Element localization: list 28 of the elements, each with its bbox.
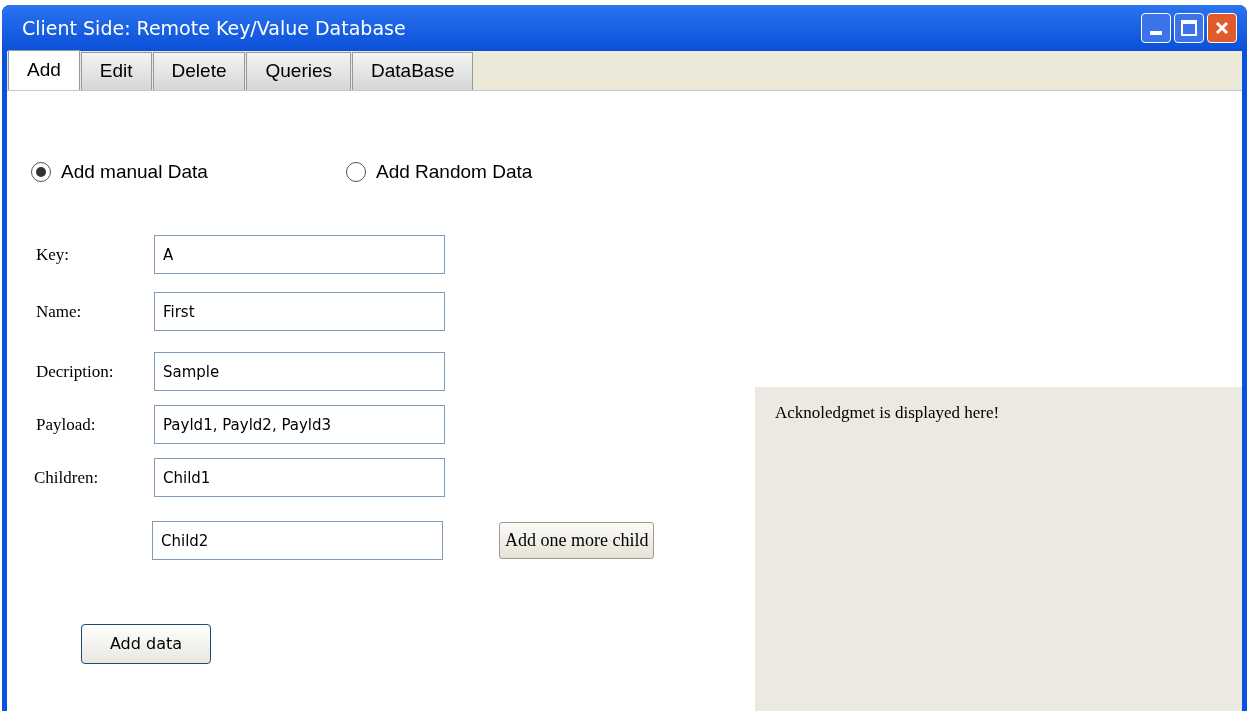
maximize-icon bbox=[1181, 20, 1197, 36]
close-icon bbox=[1214, 20, 1230, 36]
input-field[interactable]: Child2 bbox=[152, 521, 443, 560]
minimize-icon bbox=[1150, 31, 1162, 35]
input-field[interactable]: Child1 bbox=[154, 458, 445, 497]
tab[interactable]: Queries bbox=[246, 52, 351, 90]
field-label: Payload: bbox=[35, 413, 97, 436]
tab[interactable]: Delete bbox=[152, 52, 246, 90]
input-field[interactable]: Sample bbox=[154, 352, 445, 391]
input-field[interactable]: A bbox=[154, 235, 445, 274]
field-label: Name: bbox=[35, 300, 83, 323]
field-label: Key: bbox=[35, 243, 71, 266]
add-data-button[interactable]: Add data bbox=[81, 624, 211, 664]
tab[interactable]: DataBase bbox=[352, 52, 474, 90]
tab[interactable]: Add bbox=[8, 50, 80, 90]
field-label: Children: bbox=[33, 466, 100, 489]
field-label: Decription: bbox=[35, 360, 115, 383]
add-child-button[interactable]: Add one more child bbox=[499, 522, 655, 559]
maximize-button[interactable] bbox=[1174, 13, 1204, 43]
acknowledgement-text: Acknoledgmet is displayed here! bbox=[775, 403, 1000, 422]
window-title: Client Side: Remote Key/Value Database bbox=[22, 15, 406, 41]
tab[interactable]: Edit bbox=[80, 52, 152, 90]
minimize-button[interactable] bbox=[1141, 13, 1171, 43]
input-field[interactable]: Payld1, Payld2, Payld3 bbox=[154, 405, 445, 444]
radio-option[interactable]: Add manual Data bbox=[31, 157, 346, 187]
close-button[interactable] bbox=[1207, 13, 1237, 43]
input-field[interactable]: First bbox=[154, 292, 445, 331]
radio-option[interactable]: Add Random Data bbox=[346, 157, 533, 187]
